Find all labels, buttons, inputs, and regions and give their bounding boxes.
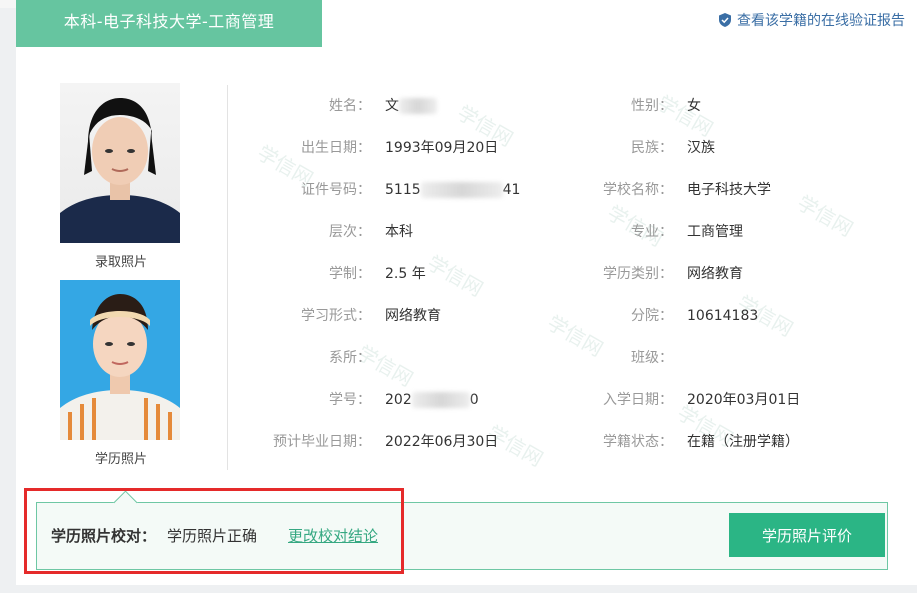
shield-check-icon xyxy=(719,13,731,27)
info-row: 层次： 本科 专业： 工商管理 xyxy=(235,211,895,253)
photo-check-result: 学历照片正确 xyxy=(167,527,258,545)
photo-check-panel: 学历照片校对： 学历照片正确 更改校对结论 学历照片评价 xyxy=(36,490,888,570)
info-row: 姓名： 文 性别： 女 xyxy=(235,85,895,127)
school-name-label: 学校名称： xyxy=(603,182,673,198)
major-value: 工商管理 xyxy=(687,224,743,240)
name-text: 文 xyxy=(385,98,399,114)
change-check-conclusion-link[interactable]: 更改校对结论 xyxy=(288,525,378,546)
verify-link-label: 查看该学籍的在线验证报告 xyxy=(737,13,905,29)
school-name-value: 电子科技大学 xyxy=(687,182,771,198)
id-number-suffix: 41 xyxy=(502,182,521,198)
info-row: 学号： 202 0 入学日期： 2020年03月01日 xyxy=(235,379,895,421)
info-row: 学制： 2.5 年 学历类别： 网络教育 xyxy=(235,253,895,295)
gender-label: 性别： xyxy=(631,98,673,114)
id-number-label: 证件号码： xyxy=(301,182,371,198)
admission-photo xyxy=(60,83,180,243)
admission-photo-caption: 录取照片 xyxy=(94,255,147,270)
ethnicity-label: 民族： xyxy=(631,140,673,156)
enrollment-date-label: 入学日期： xyxy=(603,392,673,408)
gender-value: 女 xyxy=(687,98,701,114)
department-label: 系所： xyxy=(329,350,371,366)
student-number-label: 学号： xyxy=(329,392,371,408)
branch-label: 分院： xyxy=(631,308,673,324)
enrollment-status-value: 在籍（注册学籍） xyxy=(687,434,799,450)
level-label: 层次： xyxy=(329,224,371,240)
education-type-label: 学历类别： xyxy=(603,266,673,282)
redaction xyxy=(399,98,437,114)
id-number-prefix: 5115 xyxy=(385,182,421,198)
evaluate-photo-button[interactable]: 学历照片评价 xyxy=(729,513,885,557)
vertical-divider xyxy=(227,85,228,470)
photo-check-label: 学历照片校对： xyxy=(51,527,157,545)
duration-label: 学制： xyxy=(329,266,371,282)
ethnicity-value: 汉族 xyxy=(687,140,715,156)
info-row: 学习形式： 网络教育 分院： 10614183 xyxy=(235,295,895,337)
expected-graduation-label: 预计毕业日期： xyxy=(273,434,371,450)
major-label: 专业： xyxy=(631,224,673,240)
page-title: 本科-电子科技大学-工商管理 xyxy=(16,0,322,47)
class-value xyxy=(687,337,887,379)
class-label: 班级： xyxy=(631,350,673,366)
birth-date-label: 出生日期： xyxy=(301,140,371,156)
info-row: 系所： 班级： xyxy=(235,337,895,379)
online-verify-report-link[interactable]: 查看该学籍的在线验证报告 xyxy=(719,10,905,30)
branch-value: 10614183 xyxy=(687,308,759,324)
student-number-prefix: 202 xyxy=(385,392,412,408)
photo-column: 录取照片 学历照片 xyxy=(60,83,182,467)
name-label: 姓名： xyxy=(329,98,371,114)
info-row: 出生日期： 1993年09月20日 民族： 汉族 xyxy=(235,127,895,169)
student-number-suffix: 0 xyxy=(469,392,479,408)
enrollment-date-value: 2020年03月01日 xyxy=(687,392,801,408)
info-row: 预计毕业日期： 2022年06月30日 学籍状态： 在籍（注册学籍） xyxy=(235,421,895,463)
education-photo-caption: 学历照片 xyxy=(94,452,147,467)
education-type-value: 网络教育 xyxy=(687,266,743,282)
education-photo xyxy=(60,280,180,440)
redaction xyxy=(411,392,470,408)
enrollment-status-label: 学籍状态： xyxy=(603,434,673,450)
info-row: 证件号码： 5115 41 学校名称： 电子科技大学 xyxy=(235,169,895,211)
study-form-label: 学习形式： xyxy=(301,308,371,324)
redaction xyxy=(420,182,503,198)
